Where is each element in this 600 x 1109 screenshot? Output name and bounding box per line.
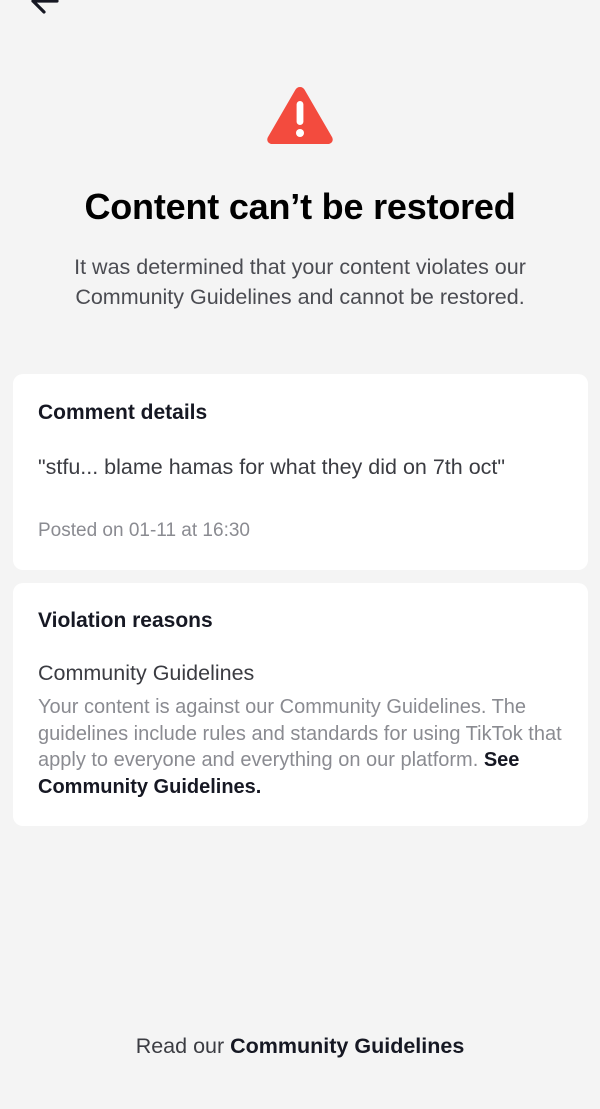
footer: Read our Community Guidelines [0,1034,600,1059]
footer-prefix: Read our [135,1034,225,1058]
comment-details-heading: Comment details [38,401,208,424]
status-description: It was determined that your content viol… [74,255,526,309]
page-title: Content can’t be restored [84,186,516,227]
arrow-left-icon [27,0,61,21]
violation-reasons-card: Violation reasons Community Guidelines Y… [13,583,588,826]
comment-text: "stfu... blame hamas for what they did o… [38,455,506,479]
reason-title: Community Guidelines [38,661,255,685]
comment-details-card: Comment details "stfu... blame hamas for… [13,374,588,570]
reason-description: Your content is against our Community Gu… [38,694,573,800]
back-button[interactable] [24,0,64,20]
warning-triangle-icon [265,84,335,146]
posted-timestamp: Posted on 01-11 at 16:30 [38,520,250,541]
community-guidelines-link[interactable]: Community Guidelines [230,1034,464,1058]
violation-reasons-heading: Violation reasons [38,609,213,632]
